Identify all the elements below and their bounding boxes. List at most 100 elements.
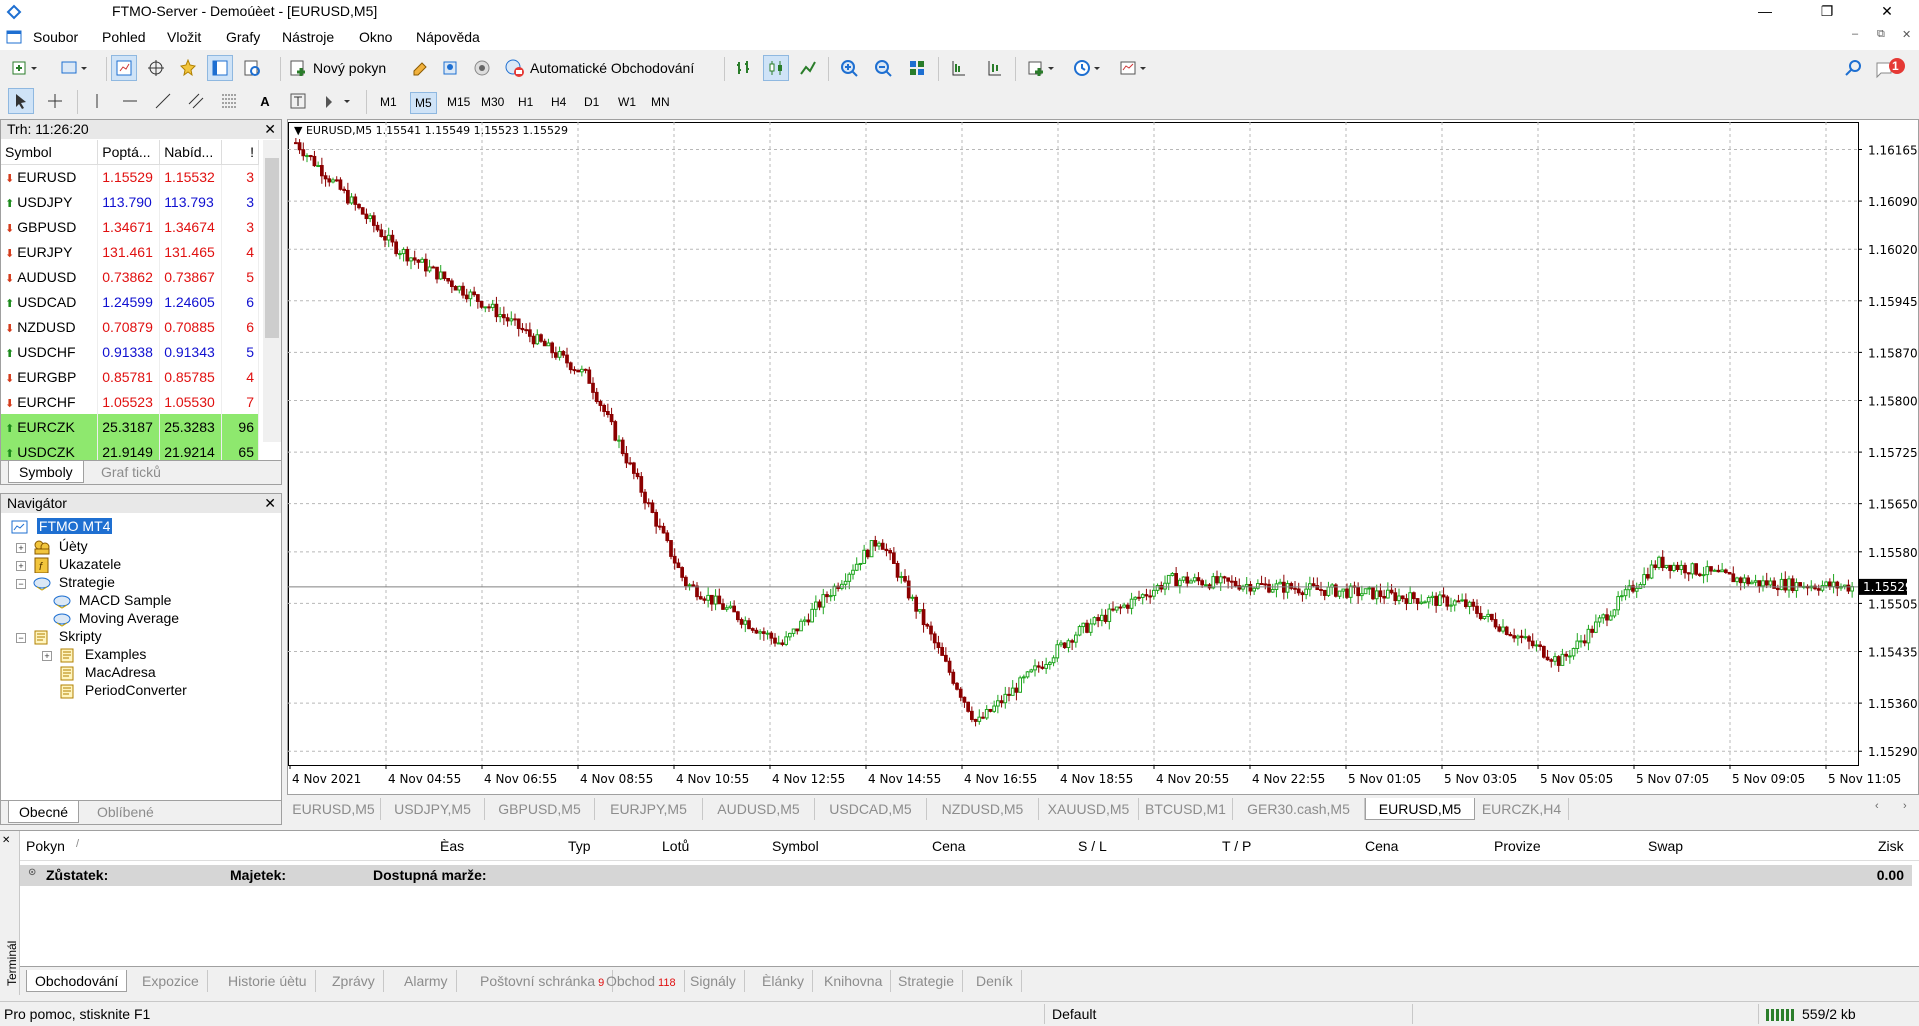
terminal-tab[interactable]: Obchodování xyxy=(26,970,128,992)
market-watch-row[interactable]: ⬇ EURGBP 0.85781 0.85785 4 xyxy=(1,364,259,389)
tile-windows-icon[interactable] xyxy=(904,55,930,81)
timeframe-h1[interactable]: H1 xyxy=(514,92,537,114)
zoom-out-icon[interactable] xyxy=(870,55,896,81)
menu-soubor[interactable]: Soubor xyxy=(33,29,78,45)
menu-napoveda[interactable]: Nápověda xyxy=(416,29,480,45)
market-watch-row[interactable]: ⬆ USDCAD 1.24599 1.24605 6 xyxy=(1,289,259,314)
close-icon[interactable]: ✕ xyxy=(2,835,10,846)
close-button[interactable]: ✕ xyxy=(1864,0,1910,24)
column-header-bid[interactable]: Poptá... xyxy=(97,140,161,165)
market-watch-row[interactable]: ⬆ USDJPY 113.790 113.793 3 xyxy=(1,189,259,214)
column-header-price[interactable]: Cena xyxy=(932,838,965,854)
timeframe-m1[interactable]: M1 xyxy=(376,92,401,114)
trendline-icon[interactable] xyxy=(150,88,176,114)
account-button[interactable] xyxy=(437,55,463,81)
column-header-swap[interactable]: Swap xyxy=(1648,838,1683,854)
market-watch-row[interactable]: ⬆ EURCZK 25.3187 25.3283 96 xyxy=(1,414,259,439)
expand-icon[interactable]: + xyxy=(42,651,52,661)
data-window-button[interactable] xyxy=(143,55,169,81)
indicators-dropdown-icon[interactable] xyxy=(1022,55,1062,81)
menu-grafy[interactable]: Grafy xyxy=(226,29,260,45)
shapes-dropdown-icon[interactable] xyxy=(318,88,358,114)
column-header-profit[interactable]: Zisk xyxy=(1878,838,1904,854)
timeframe-h4[interactable]: H4 xyxy=(547,92,570,114)
column-header-current-price[interactable]: Cena xyxy=(1365,838,1398,854)
terminal-tab[interactable]: Historie úètu xyxy=(220,970,316,992)
balance-row[interactable]: ⊙ Zůstatek: Majetek: Dostupná marže: 0.0… xyxy=(20,865,1912,886)
chart-tab[interactable]: USDCAD,M5 xyxy=(815,798,927,820)
chart-tab[interactable]: XAUUSD,M5 xyxy=(1039,798,1139,820)
fibonacci-icon[interactable] xyxy=(216,88,242,114)
market-watch-row[interactable]: ⬇ EURJPY 131.461 131.465 4 xyxy=(1,239,259,264)
chart-tab[interactable]: USDJPY,M5 xyxy=(381,798,485,820)
crosshair-icon[interactable] xyxy=(42,88,68,114)
terminal-tab[interactable]: Deník xyxy=(968,970,1022,992)
auto-scroll-icon[interactable] xyxy=(981,55,1007,81)
chart-tab[interactable]: NZDUSD,M5 xyxy=(927,798,1039,820)
minimize-button[interactable]: — xyxy=(1742,0,1788,24)
terminal-tab[interactable]: Poštovní schránka 9 xyxy=(472,970,614,992)
tab-symbols[interactable]: Symboly xyxy=(8,461,84,483)
column-header-tp[interactable]: T / P xyxy=(1222,838,1251,854)
chart-tab[interactable]: EURUSD,M5 xyxy=(287,798,381,820)
maximize-button[interactable]: ❐ xyxy=(1804,0,1850,24)
tab-scroll-right-icon[interactable]: › xyxy=(1903,800,1907,812)
terminal-tab[interactable]: Zprávy xyxy=(324,970,384,992)
tree-item-moving-average[interactable]: Moving Average xyxy=(53,610,179,627)
menu-pohled[interactable]: Pohled xyxy=(102,29,146,45)
close-icon[interactable]: ✕ xyxy=(264,494,276,513)
close-icon[interactable]: ✕ xyxy=(264,120,276,139)
sort-icon[interactable]: / xyxy=(76,838,79,850)
chart-tab[interactable]: EURCZK,H4 xyxy=(1475,798,1569,820)
cursor-icon[interactable] xyxy=(8,88,34,114)
tab-scroll-left-icon[interactable]: ‹ xyxy=(1875,800,1879,812)
terminal-tab[interactable]: Obchod 118 xyxy=(598,970,685,992)
timeframe-m5[interactable]: M5 xyxy=(410,92,437,114)
tree-item-examples[interactable]: Examples xyxy=(59,646,146,663)
search-icon[interactable] xyxy=(1841,55,1865,81)
collapse-icon[interactable]: − xyxy=(16,579,26,589)
terminal-tab[interactable]: Alarmy xyxy=(396,970,457,992)
market-watch-button[interactable] xyxy=(111,55,137,81)
tree-item-macd-sample[interactable]: MACD Sample xyxy=(53,592,171,609)
tree-item-strategies[interactable]: Strategie xyxy=(33,574,115,591)
menu-okno[interactable]: Okno xyxy=(359,29,392,45)
terminal-tab[interactable]: Èlánky xyxy=(754,970,814,992)
chart-window[interactable]: 1.16165 1.16090 1.16020 1.15945 1.15870 1.158… xyxy=(287,119,1919,795)
column-header-type[interactable]: Typ xyxy=(568,838,591,854)
timeframe-mn[interactable]: MN xyxy=(647,92,674,114)
column-header-symbol[interactable]: Symbol xyxy=(1,140,99,165)
chart-tab[interactable]: AUDUSD,M5 xyxy=(703,798,815,820)
navigator-button[interactable] xyxy=(175,55,201,81)
tab-favorites[interactable]: Oblíbené xyxy=(87,801,164,823)
tab-common[interactable]: Obecné xyxy=(8,801,80,823)
tree-item-accounts[interactable]: Úèty xyxy=(33,538,88,555)
profiles-button[interactable] xyxy=(55,55,95,81)
tree-item-scripts[interactable]: Skripty xyxy=(33,628,102,645)
tree-item-period-converter[interactable]: PeriodConverter xyxy=(59,682,187,699)
terminal-tab[interactable]: Strategie xyxy=(890,970,964,992)
timeframe-w1[interactable]: W1 xyxy=(614,92,640,114)
market-watch-row[interactable]: ⬇ EURUSD 1.15529 1.15532 3 xyxy=(1,164,259,189)
terminal-tab[interactable]: Signály xyxy=(682,970,745,992)
zoom-in-icon[interactable] xyxy=(836,55,862,81)
candlestick-chart-button[interactable] xyxy=(763,55,789,81)
tree-item-macadresa[interactable]: MacAdresa xyxy=(59,664,156,681)
terminal-tab[interactable]: Expozice xyxy=(134,970,208,992)
chart-shift-icon[interactable] xyxy=(945,55,971,81)
mdi-restore-button[interactable]: ⧉ xyxy=(1877,28,1885,41)
market-watch-row[interactable]: ⬆ USDCHF 0.91338 0.91343 5 xyxy=(1,339,259,364)
text-tool-icon[interactable]: A xyxy=(252,88,278,114)
column-header-symbol[interactable]: Symbol xyxy=(772,838,819,854)
timeframe-m30[interactable]: M30 xyxy=(477,92,508,114)
market-watch-row[interactable]: ⬇ NZDUSD 0.70879 0.70885 6 xyxy=(1,314,259,339)
expand-icon[interactable]: + xyxy=(16,561,26,571)
chart-tab[interactable]: BTCUSD,M1 xyxy=(1139,798,1233,820)
horizontal-line-icon[interactable] xyxy=(117,88,143,114)
chart-tab[interactable]: EURUSD,M5 xyxy=(1365,798,1475,820)
menu-nastroje[interactable]: Nástroje xyxy=(282,29,334,45)
new-chart-button[interactable] xyxy=(6,55,46,81)
auto-trading-button[interactable]: Automatické Obchodování xyxy=(503,55,718,81)
mdi-minimize-button[interactable]: – xyxy=(1852,28,1858,40)
chart-tab[interactable]: GBPUSD,M5 xyxy=(485,798,595,820)
